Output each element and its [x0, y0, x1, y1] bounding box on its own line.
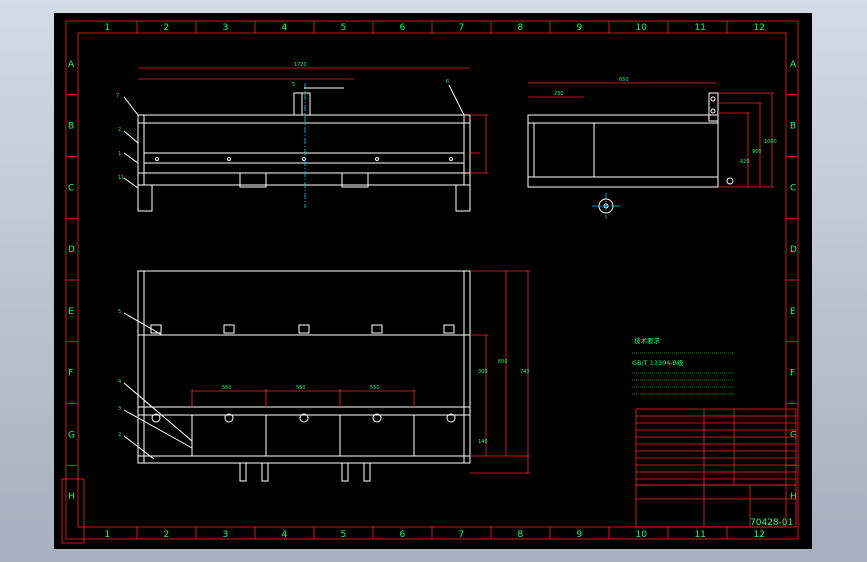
grid-col-10: 10: [636, 530, 648, 540]
dim-side-small: 230: [554, 91, 564, 97]
grid-col-11: 11: [695, 23, 706, 33]
inner-frame: [77, 32, 787, 528]
grid-col-1: 1: [105, 530, 111, 540]
grid-col-5: 5: [341, 530, 347, 540]
plan-callout-2: 2: [118, 432, 121, 438]
grid-row-A: A: [68, 60, 75, 70]
plan-dim-3: 550: [370, 385, 380, 391]
dim-side-h3: 420: [740, 159, 750, 165]
grid-row-E: E: [68, 307, 74, 317]
grid-col-8: 8: [518, 23, 524, 33]
plan-dim-2: 550: [296, 385, 306, 391]
grid-col-2: 2: [164, 23, 170, 33]
grid-col-6: 6: [400, 530, 406, 540]
grid-col-10: 10: [636, 23, 648, 33]
cad-drawing: 1 2 3 4 5 6 7 8 9 10 11 12 1 2 3 4 5 6 7 8 9 10 11 12 ABCDEFGH…: [61, 20, 799, 544]
grid-col-11: 11: [695, 530, 706, 540]
plan-callout-3: 3: [118, 406, 121, 412]
grid-col-12: 12: [754, 23, 765, 33]
grid-col-8: 8: [518, 530, 524, 540]
grid-col-12: 12: [754, 530, 765, 540]
plan-dim-r3: 743: [520, 369, 530, 375]
grid-row-D: D: [790, 245, 797, 255]
grid-row-F: F: [68, 369, 73, 379]
drawing-number: 70428-01: [750, 518, 793, 528]
drawing-sheet: 1 2 3 4 5 6 7 8 9 10 11 12 1 2 3 4 5 6 7 8 9 10 11 12 ABCDEFGH…: [54, 13, 812, 549]
outer-frame: [65, 20, 799, 540]
grid-row-A: A: [790, 60, 797, 70]
dim-side-width: 650: [619, 77, 629, 83]
plan-view: 550 550 550 300 600 743 140: [123, 270, 530, 482]
side-view: 650 230 1000 900 420: [527, 77, 777, 219]
dim-overall-width: 1720: [294, 62, 307, 68]
front-side-callout-1: 1: [118, 151, 121, 157]
grid-col-2: 2: [164, 530, 170, 540]
grid-row-B: B: [790, 122, 796, 132]
grid-col-9: 9: [577, 23, 583, 33]
grid-row-C: C: [790, 183, 796, 193]
grid-col-3: 3: [223, 23, 229, 33]
grid-row-F: F: [790, 369, 795, 379]
grid-row-C: C: [68, 183, 74, 193]
plan-callout-4: 4: [118, 379, 121, 385]
plan-dim-r1: 300: [478, 369, 488, 375]
grid-row-H: H: [68, 492, 75, 502]
grid-row-B: B: [68, 122, 74, 132]
technical-notes: 技术要求 GB/T 13304-B级: [632, 336, 734, 395]
front-callout-6: 6: [446, 79, 449, 85]
notes-title: 技术要求: [634, 336, 661, 345]
dim-side-h2: 900: [752, 149, 762, 155]
title-block: 70428-01: [635, 484, 797, 528]
grid-column-labels-top: 1 2 3 4 5 6 7 8 9 10 11 12: [105, 21, 765, 33]
plan-callout-5: 5: [118, 309, 121, 315]
front-callout-7: 7: [116, 93, 119, 99]
grid-col-7: 7: [459, 23, 465, 33]
grid-row-G: G: [68, 430, 75, 440]
grid-row-D: D: [68, 245, 75, 255]
front-side-callout-2: 2: [118, 127, 121, 133]
dim-side-height: 1000: [764, 139, 777, 145]
revision-strip: [61, 478, 85, 544]
grid-col-4: 4: [282, 23, 288, 33]
grid-col-4: 4: [282, 530, 288, 540]
grid-col-9: 9: [577, 530, 583, 540]
plan-dim-1: 550: [222, 385, 232, 391]
grid-col-6: 6: [400, 23, 406, 33]
parts-list: [635, 408, 797, 486]
plan-dim-r4: 140: [478, 439, 488, 445]
grid-row-E: E: [790, 307, 796, 317]
front-side-callout-11: 11: [118, 175, 124, 181]
grid-col-3: 3: [223, 530, 229, 540]
front-view: 1720: [123, 62, 488, 212]
grid-col-1: 1: [105, 23, 111, 33]
grid-col-5: 5: [341, 23, 347, 33]
front-callout-5: 5: [292, 82, 295, 88]
grid-col-7: 7: [459, 530, 465, 540]
notes-standard: GB/T 13304-B级: [632, 358, 684, 367]
grid-row-labels-left: A B C D E F G H: [66, 60, 78, 502]
grid-column-labels-bottom: 1 2 3 4 5 6 7 8 9 10 11 12: [105, 527, 765, 540]
plan-dim-r2: 600: [498, 359, 508, 365]
